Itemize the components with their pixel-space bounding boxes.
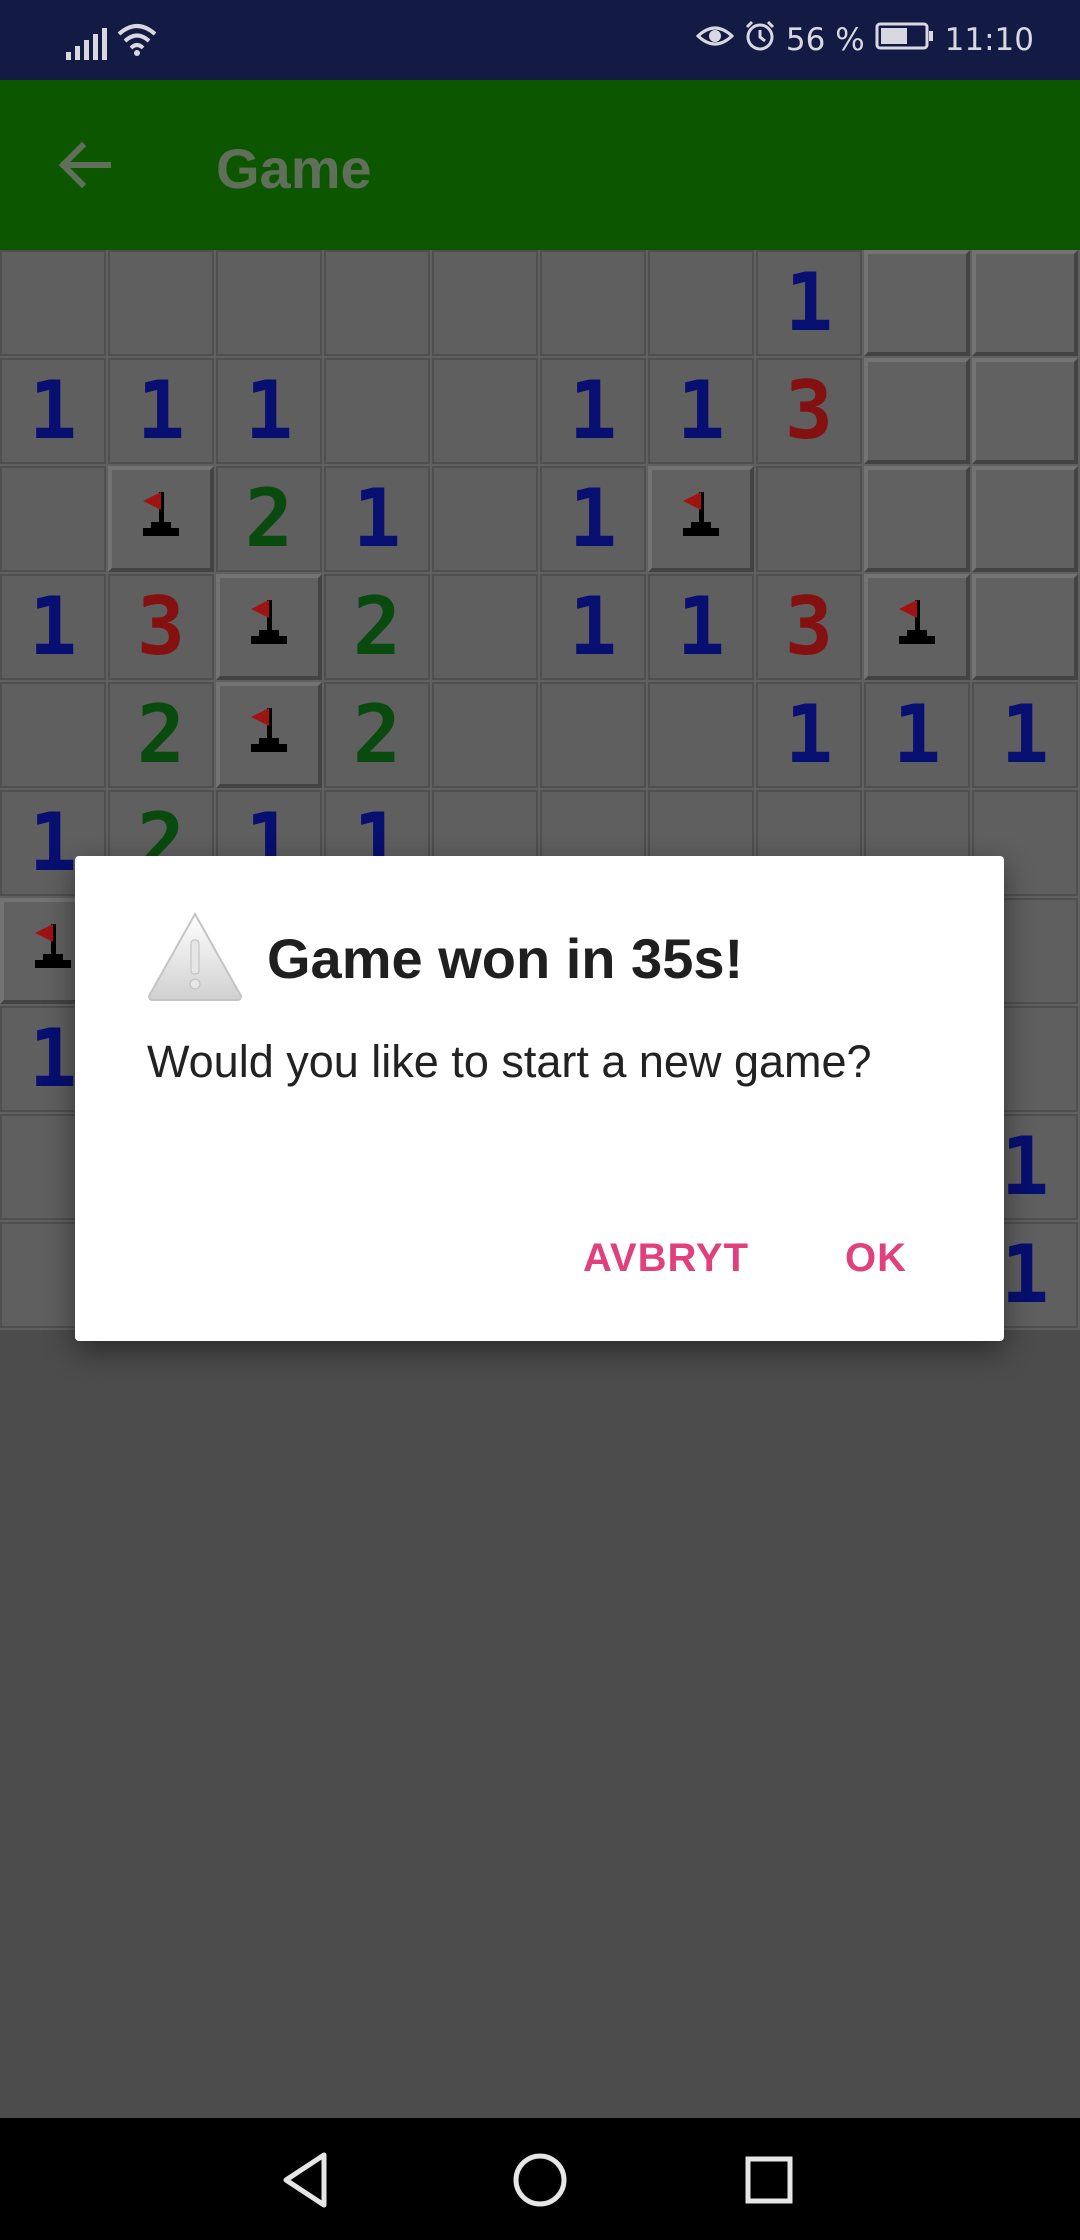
clock: 11:10 (944, 22, 1034, 58)
number-cell[interactable]: 1 (0, 574, 106, 680)
arrow-left-icon[interactable] (52, 132, 118, 198)
number-cell[interactable]: 2 (216, 466, 322, 572)
revealed-cell[interactable] (0, 466, 106, 572)
flag-icon (129, 479, 193, 559)
number-cell[interactable]: 1 (108, 358, 214, 464)
flag-cell[interactable] (108, 466, 214, 572)
battery-percent: 56 % (785, 22, 865, 58)
eye-comfort-icon (695, 22, 735, 58)
flag-icon (885, 587, 949, 667)
dialog-message: Would you like to start a new game? (147, 1036, 872, 1087)
revealed-cell[interactable] (648, 250, 754, 356)
number-cell[interactable]: 3 (756, 574, 862, 680)
unrevealed-cell[interactable] (972, 358, 1078, 464)
number-cell[interactable]: 3 (108, 574, 214, 680)
flag-cell[interactable] (648, 466, 754, 572)
number-cell[interactable]: 1 (216, 358, 322, 464)
flag-icon (237, 587, 301, 667)
home-circle-icon[interactable] (505, 2145, 575, 2215)
number-cell[interactable]: 1 (972, 682, 1078, 788)
status-bar: 56 % 11:10 (0, 0, 1080, 80)
number-cell[interactable]: 1 (540, 358, 646, 464)
number-cell[interactable]: 3 (756, 358, 862, 464)
app-bar: Game (0, 80, 1080, 250)
revealed-cell[interactable] (432, 466, 538, 572)
revealed-cell[interactable] (756, 466, 862, 572)
flag-icon (237, 695, 301, 775)
recents-square-icon[interactable] (734, 2145, 804, 2215)
number-cell[interactable]: 1 (864, 682, 970, 788)
revealed-cell[interactable] (108, 250, 214, 356)
unrevealed-cell[interactable] (864, 250, 970, 356)
unrevealed-cell[interactable] (972, 466, 1078, 572)
revealed-cell[interactable] (540, 682, 646, 788)
number-cell[interactable]: 1 (756, 682, 862, 788)
unrevealed-cell[interactable] (972, 574, 1078, 680)
number-cell[interactable]: 2 (324, 574, 430, 680)
wifi-icon (117, 22, 157, 60)
flag-cell[interactable] (864, 574, 970, 680)
revealed-cell[interactable] (432, 250, 538, 356)
number-cell[interactable]: 1 (324, 466, 430, 572)
revealed-cell[interactable] (432, 682, 538, 788)
page-title: Game (216, 137, 372, 200)
battery-icon (875, 22, 935, 58)
revealed-cell[interactable] (432, 574, 538, 680)
ok-button[interactable]: OK (845, 1236, 907, 1281)
number-cell[interactable]: 1 (540, 574, 646, 680)
revealed-cell[interactable] (0, 250, 106, 356)
cancel-button[interactable]: AVBRYT (583, 1236, 749, 1281)
revealed-cell[interactable] (648, 682, 754, 788)
number-cell[interactable]: 2 (108, 682, 214, 788)
revealed-cell[interactable] (432, 358, 538, 464)
revealed-cell[interactable] (540, 250, 646, 356)
unrevealed-cell[interactable] (864, 358, 970, 464)
back-triangle-icon[interactable] (272, 2145, 342, 2215)
number-cell[interactable]: 1 (756, 250, 862, 356)
warning-icon (145, 910, 245, 1002)
navigation-bar (0, 2118, 1080, 2240)
signal-icon (66, 28, 107, 60)
unrevealed-cell[interactable] (864, 466, 970, 572)
revealed-cell[interactable] (324, 358, 430, 464)
number-cell[interactable]: 1 (0, 358, 106, 464)
flag-cell[interactable] (216, 574, 322, 680)
unrevealed-cell[interactable] (972, 250, 1078, 356)
number-cell[interactable]: 2 (324, 682, 430, 788)
revealed-cell[interactable] (0, 682, 106, 788)
game-won-dialog: Game won in 35s! Would you like to start… (75, 856, 1004, 1341)
alarm-icon (744, 20, 776, 60)
flag-icon (669, 479, 733, 559)
revealed-cell[interactable] (216, 250, 322, 356)
dialog-title: Game won in 35s! (267, 927, 744, 990)
number-cell[interactable]: 1 (648, 574, 754, 680)
number-cell[interactable]: 1 (540, 466, 646, 572)
flag-cell[interactable] (216, 682, 322, 788)
revealed-cell[interactable] (324, 250, 430, 356)
number-cell[interactable]: 1 (648, 358, 754, 464)
